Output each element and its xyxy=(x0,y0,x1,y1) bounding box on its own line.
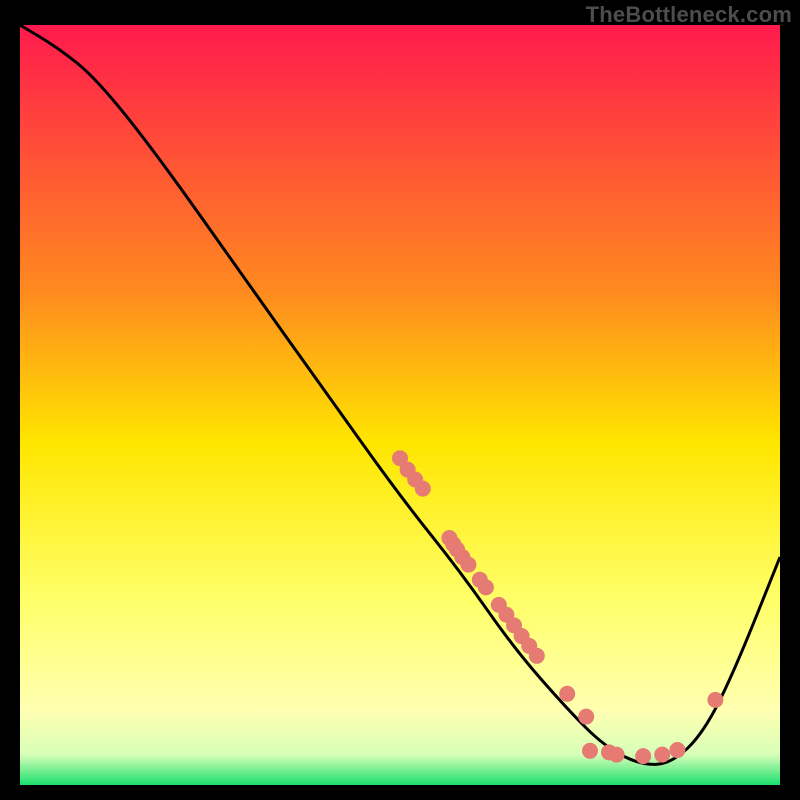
plot-background xyxy=(20,25,780,785)
sample-point xyxy=(578,709,594,725)
sample-point xyxy=(669,742,685,758)
sample-point xyxy=(582,743,598,759)
chart-stage: TheBottleneck.com xyxy=(0,0,800,800)
sample-point xyxy=(529,648,545,664)
sample-point xyxy=(559,686,575,702)
sample-point xyxy=(609,747,625,763)
sample-point xyxy=(635,748,651,764)
sample-point xyxy=(478,579,494,595)
sample-point xyxy=(415,481,431,497)
sample-point xyxy=(460,557,476,573)
sample-point xyxy=(707,692,723,708)
bottleneck-chart xyxy=(0,0,800,800)
watermark-text: TheBottleneck.com xyxy=(586,2,792,28)
sample-point xyxy=(654,747,670,763)
